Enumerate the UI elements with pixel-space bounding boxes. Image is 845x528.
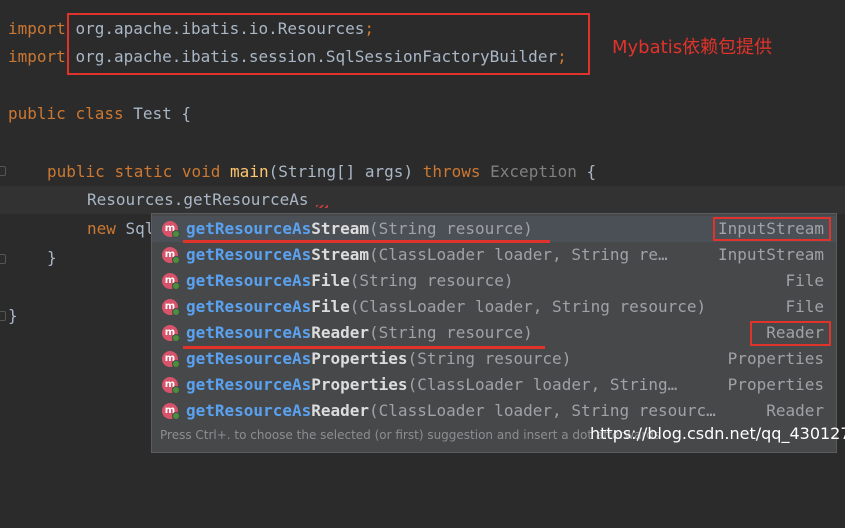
- method-icon: m: [162, 351, 180, 368]
- class-declaration-line[interactable]: public class Test {: [8, 100, 191, 128]
- method-suffix: File: [311, 297, 350, 316]
- match-prefix: getResourceAs: [186, 297, 312, 316]
- public-keyword: public: [47, 162, 105, 181]
- class-keyword: class: [75, 104, 124, 123]
- static-keyword: static: [114, 162, 173, 181]
- method-params: (String[] args): [268, 162, 414, 181]
- method-params: (String resource): [349, 271, 514, 290]
- throws-keyword: throws: [422, 162, 481, 181]
- method-params: (String resource): [407, 349, 572, 368]
- completion-item-3[interactable]: m getResourceAsFile(ClassLoader loader, …: [152, 294, 836, 320]
- class-name: Test: [133, 104, 172, 123]
- method-suffix: Reader: [311, 323, 370, 342]
- method-suffix: Properties: [311, 375, 408, 394]
- match-prefix: getResourceAs: [186, 375, 312, 394]
- match-prefix: getResourceAs: [186, 271, 312, 290]
- class-close-brace: }: [8, 306, 18, 325]
- exception-type: Exception: [490, 162, 577, 181]
- match-prefix: getResourceAs: [186, 323, 312, 342]
- void-keyword: void: [181, 162, 221, 181]
- typing-line[interactable]: Resources.getResourceAs: [87, 186, 309, 214]
- match-prefix: getResourceAs: [186, 219, 312, 238]
- main-method-line[interactable]: public static void main(String[] args) t…: [47, 158, 596, 186]
- method-params: (String resource): [369, 219, 533, 238]
- return-type: Properties: [727, 349, 824, 368]
- error-squiggle: [316, 205, 328, 208]
- method-icon: m: [162, 299, 180, 316]
- completion-item-1[interactable]: m getResourceAsStream(ClassLoader loader…: [152, 242, 836, 268]
- method-icon: m: [162, 325, 180, 342]
- method-name: main: [230, 162, 269, 181]
- method-suffix: Reader: [311, 401, 370, 420]
- method-params: (ClassLoader loader, String…: [407, 375, 678, 394]
- import-keyword: import: [8, 47, 66, 66]
- completion-footer-hint: Press Ctrl+. to choose the selected (or …: [160, 428, 661, 442]
- method-suffix: Stream: [311, 245, 370, 264]
- match-prefix: getResourceAs: [186, 245, 312, 264]
- return-type: Properties: [727, 375, 824, 394]
- watermark-text: https://blog.csdn.net/qq_43012792: [590, 424, 845, 443]
- method-icon: m: [162, 273, 180, 290]
- typed-expression: Resources.getResourceAs: [87, 190, 309, 209]
- imports-highlight-box: [67, 13, 590, 75]
- inputstream-highlight-box: [713, 217, 831, 241]
- completion-item-4[interactable]: m getResourceAsReader(String resource) R…: [152, 320, 836, 346]
- return-type: Reader: [766, 401, 824, 420]
- gutter-fold-icon[interactable]: [0, 254, 6, 264]
- open-brace: {: [181, 104, 192, 123]
- annotation-label: Mybatis依赖包提供: [612, 37, 773, 58]
- method-suffix: Stream: [311, 219, 370, 238]
- match-prefix: getResourceAs: [186, 401, 312, 420]
- method-icon: m: [162, 221, 180, 238]
- method-params: (ClassLoader loader, String resourc…: [369, 401, 716, 420]
- method-params: (String resource): [369, 323, 533, 342]
- import-keyword: import: [8, 19, 66, 38]
- public-keyword: public: [8, 104, 66, 123]
- return-type: File: [785, 297, 824, 316]
- return-type: InputStream: [718, 245, 824, 264]
- completion-item-7[interactable]: m getResourceAsReader(ClassLoader loader…: [152, 398, 836, 424]
- method-suffix: Properties: [311, 349, 408, 368]
- gutter-fold-icon[interactable]: [0, 166, 6, 176]
- method-icon: m: [162, 247, 180, 264]
- new-expression-line[interactable]: new Sql: [87, 215, 154, 243]
- completion-item-2[interactable]: m getResourceAsFile(String resource) Fil…: [152, 268, 836, 294]
- underline-reader-item: [183, 346, 545, 349]
- match-prefix: getResourceAs: [186, 349, 312, 368]
- completion-popup[interactable]: m getResourceAsStream(String resource) I…: [151, 213, 837, 453]
- completion-item-6[interactable]: m getResourceAsProperties(ClassLoader lo…: [152, 372, 836, 398]
- method-close-brace: }: [47, 248, 57, 267]
- return-type: File: [785, 271, 824, 290]
- completion-item-5[interactable]: m getResourceAsProperties(String resourc…: [152, 346, 836, 372]
- method-icon: m: [162, 403, 180, 420]
- new-keyword: new: [87, 219, 116, 238]
- underline-stream-item: [183, 240, 550, 243]
- reader-highlight-box: [750, 321, 831, 346]
- method-params: (ClassLoader loader, String resource): [349, 297, 707, 316]
- method-suffix: File: [311, 271, 350, 290]
- gutter-fold-icon[interactable]: [0, 311, 6, 321]
- method-icon: m: [162, 377, 180, 394]
- open-brace: {: [586, 162, 597, 181]
- method-params: (ClassLoader loader, String re…: [369, 245, 668, 264]
